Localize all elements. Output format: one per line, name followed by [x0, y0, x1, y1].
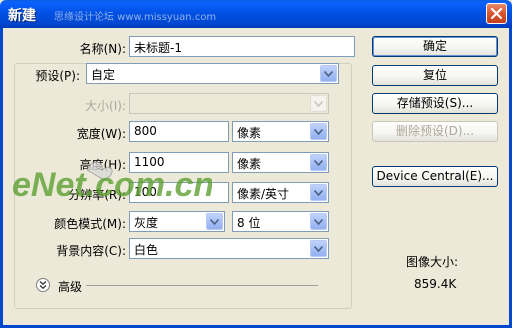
- close-icon: [491, 8, 502, 19]
- image-size-value: 859.4K: [414, 277, 457, 291]
- advanced-toggle[interactable]: [36, 278, 50, 292]
- close-button[interactable]: [486, 3, 507, 24]
- advanced-label: 高级: [58, 280, 83, 294]
- width-unit-value: 像素: [237, 126, 262, 140]
- height-unit-value: 像素: [237, 157, 262, 171]
- height-label: 高度(H):: [79, 158, 126, 172]
- chevron-down-icon: [310, 154, 327, 171]
- size-select[interactable]: [129, 93, 329, 114]
- title-watermark: 思缘设计论坛 www.missyuan.com: [54, 12, 217, 23]
- chevron-down-icon: [206, 213, 223, 230]
- preset-select-value: 自定: [91, 68, 116, 82]
- resolution-input[interactable]: 100: [129, 182, 229, 203]
- background-value: 白色: [134, 243, 159, 257]
- resolution-label: 分辨率(R):: [68, 188, 126, 202]
- window-title: 新建: [8, 8, 36, 24]
- width-label: 宽度(W):: [76, 127, 126, 141]
- chevron-down-icon: [310, 184, 327, 201]
- chevron-down-icon: [310, 95, 327, 112]
- background-select[interactable]: 白色: [129, 238, 329, 259]
- resolution-unit-select[interactable]: 像素/英寸: [232, 182, 329, 203]
- title-bar: 新建 思缘设计论坛 www.missyuan.com: [0, 0, 512, 28]
- chevron-down-icon: [310, 240, 327, 257]
- chevron-down-icon: [310, 213, 327, 230]
- resolution-unit-value: 像素/英寸: [237, 187, 290, 201]
- double-chevron-down-icon: [39, 281, 47, 289]
- name-input[interactable]: 未标题-1: [129, 36, 355, 57]
- height-unit-select[interactable]: 像素: [232, 152, 329, 173]
- width-input[interactable]: 800: [129, 121, 229, 142]
- save-preset-button[interactable]: 存储预设(S)...: [372, 93, 498, 114]
- advanced-divider: [86, 285, 318, 286]
- bit-depth-select[interactable]: 8 位: [232, 211, 329, 232]
- bit-depth-value: 8 位: [237, 216, 261, 230]
- background-label: 背景内容(C):: [56, 244, 126, 258]
- preset-label: 预设(P):: [35, 69, 80, 83]
- height-input[interactable]: 1100: [129, 152, 229, 173]
- size-label: 大小(I):: [85, 99, 126, 113]
- width-unit-select[interactable]: 像素: [232, 121, 329, 142]
- name-label: 名称(N):: [79, 42, 126, 56]
- color-mode-select[interactable]: 灰度: [129, 211, 225, 232]
- image-size-label: 图像大小:: [406, 255, 459, 269]
- color-mode-value: 灰度: [134, 216, 159, 230]
- ok-button[interactable]: 确定: [372, 36, 498, 57]
- delete-preset-button[interactable]: 删除预设(D)...: [372, 121, 498, 142]
- chevron-down-icon: [320, 65, 337, 82]
- preset-select[interactable]: 自定: [86, 63, 339, 84]
- chevron-down-icon: [310, 123, 327, 140]
- window-border-left: [0, 28, 3, 328]
- device-central-button[interactable]: Device Central(E)...: [372, 166, 498, 187]
- reset-button[interactable]: 复位: [372, 65, 498, 86]
- color-mode-label: 颜色模式(M):: [54, 217, 126, 231]
